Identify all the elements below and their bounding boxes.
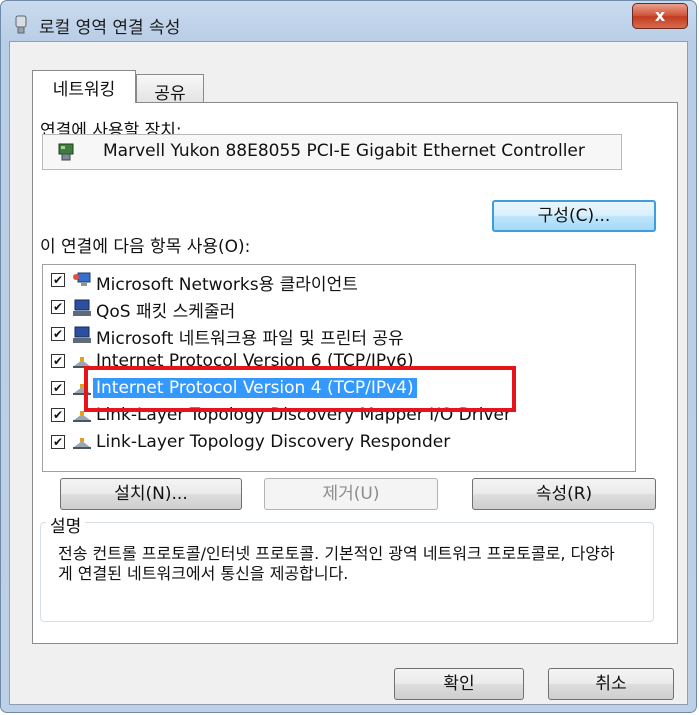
properties-button[interactable]: 속성(R) <box>472 478 656 510</box>
dialog-client-area: 네트워킹 공유 연결에 사용할 장치: Marvell Yukon 88E805… <box>9 41 688 705</box>
description-text: 전송 컨트롤 프로토콜/인터넷 프로토콜. 기본적인 광역 네트워크 프로토콜로… <box>58 544 615 583</box>
item-label: QoS 패킷 스케줄러 <box>96 302 236 322</box>
item-checkbox[interactable]: ✔ <box>51 300 65 314</box>
cancel-button[interactable]: 취소 <box>548 668 674 700</box>
item-checkbox[interactable]: ✔ <box>51 354 65 368</box>
service-icon <box>73 326 91 343</box>
item-checkbox[interactable]: ✔ <box>51 435 65 449</box>
device-name: Marvell Yukon 88E8055 PCI-E Gigabit Ethe… <box>103 141 585 161</box>
properties-dialog: 로컬 영역 연결 속성 x 네트워킹 공유 연결에 사용할 장치: Marvel… <box>0 0 697 713</box>
item-checkbox[interactable]: ✔ <box>51 381 65 395</box>
items-section-label: 이 연결에 다음 항목 사용(O): <box>40 237 251 257</box>
item-checkbox[interactable]: ✔ <box>51 273 65 287</box>
network-adapter-icon <box>15 15 27 34</box>
service-icon <box>73 299 91 316</box>
ok-button[interactable]: 확인 <box>394 668 524 700</box>
item-label: Link-Layer Topology Discovery Responder <box>96 432 451 452</box>
install-button[interactable]: 설치(N)... <box>60 478 242 510</box>
uninstall-button[interactable]: 제거(U) <box>264 478 438 510</box>
window-title: 로컬 영역 연결 속성 <box>39 18 181 38</box>
list-item[interactable]: ✔ Microsoft 네트워크용 파일 및 프린터 공유 <box>43 321 635 349</box>
item-label: Microsoft 네트워크용 파일 및 프린터 공유 <box>96 329 404 349</box>
close-button[interactable]: x <box>632 3 688 29</box>
item-checkbox[interactable]: ✔ <box>51 408 65 422</box>
tab-networking[interactable]: 네트워킹 <box>32 70 136 103</box>
red-highlight-annotation <box>84 366 516 412</box>
description-legend: 설명 <box>46 512 86 537</box>
protocol-icon <box>73 438 91 449</box>
device-field: Marvell Yukon 88E8055 PCI-E Gigabit Ethe… <box>42 134 622 170</box>
title-bar[interactable]: 로컬 영역 연결 속성 x <box>1 1 696 41</box>
list-item[interactable]: ✔ Microsoft Networks용 클라이언트 <box>43 267 635 295</box>
network-client-icon <box>73 272 91 286</box>
list-item[interactable]: ✔ QoS 패킷 스케줄러 <box>43 294 635 322</box>
item-checkbox[interactable]: ✔ <box>51 327 65 341</box>
tab-sharing[interactable]: 공유 <box>136 74 204 104</box>
network-card-icon <box>58 143 74 161</box>
list-item[interactable]: ✔ Link-Layer Topology Discovery Responde… <box>43 429 635 457</box>
item-label: Microsoft Networks용 클라이언트 <box>96 275 358 295</box>
configure-button[interactable]: 구성(C)... <box>492 200 656 232</box>
